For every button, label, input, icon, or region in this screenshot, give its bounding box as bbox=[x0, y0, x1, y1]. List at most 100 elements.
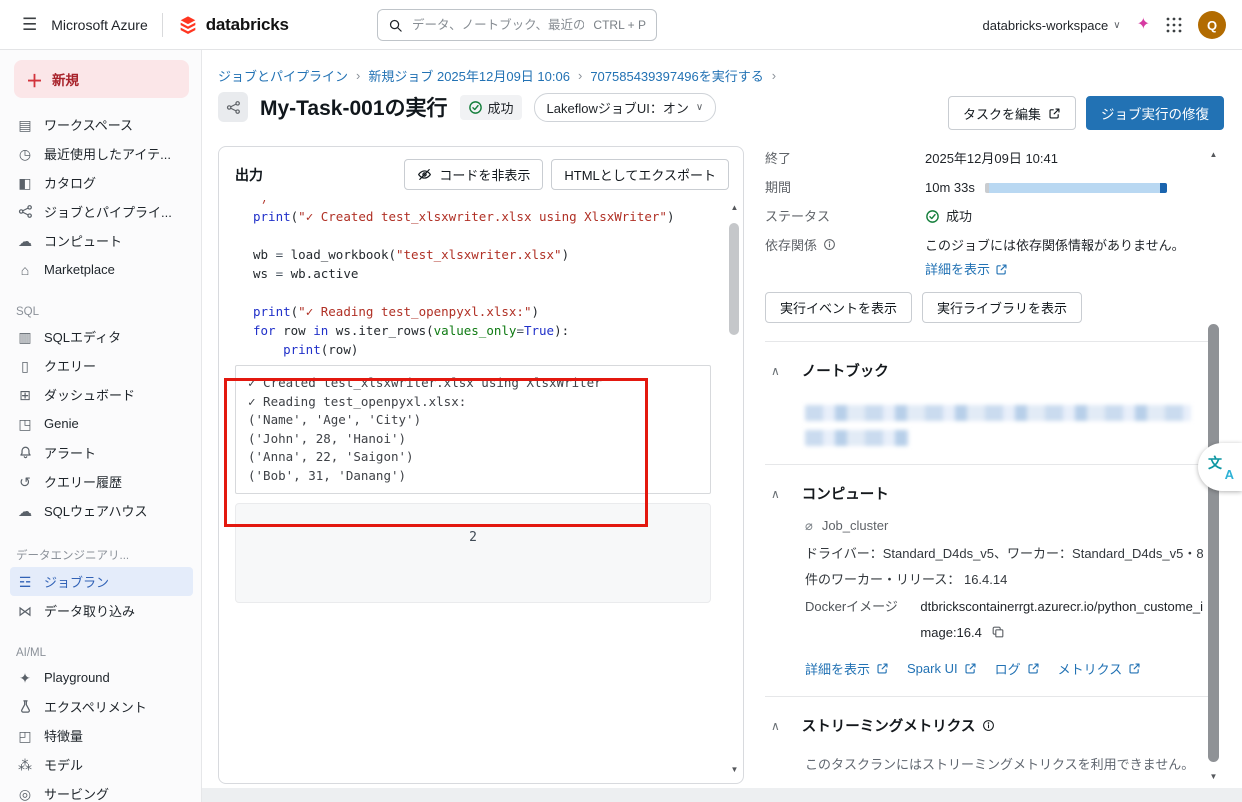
repair-run-button[interactable]: ジョブ実行の修復 bbox=[1086, 96, 1224, 130]
duration-bar bbox=[985, 183, 1167, 193]
external-link-icon bbox=[1048, 107, 1061, 120]
hide-code-button[interactable]: コードを非表示 bbox=[404, 159, 543, 190]
scroll-up-icon[interactable]: ▲ bbox=[1210, 150, 1218, 162]
breadcrumb-link[interactable]: 707585439397496を実行する bbox=[590, 66, 763, 85]
sidebar-item-workspace[interactable]: ▤ ワークスペース bbox=[10, 110, 193, 139]
playground-icon: ✦ bbox=[16, 671, 34, 685]
code-line: print("✓ Reading test_openpyxl.xlsx:") bbox=[253, 302, 709, 321]
sidebar-item-experiments[interactable]: エクスペリメント bbox=[10, 692, 193, 721]
detail-row-dependencies: 依存関係 このジョブには依存関係情報がありません。 詳細を表示 bbox=[765, 235, 1209, 280]
sidebar-item-job-runs[interactable]: ☲ ジョブラン bbox=[10, 567, 193, 596]
scrollbar-thumb[interactable] bbox=[729, 223, 739, 335]
show-run-libraries-button[interactable]: 実行ライブラリを表示 bbox=[922, 292, 1082, 323]
sidebar-item-sql-editor[interactable]: ▥ SQLエディタ bbox=[10, 322, 193, 351]
scroll-down-icon[interactable]: ▼ bbox=[731, 765, 739, 777]
output-line: ('Anna', 22, 'Saigon') bbox=[248, 448, 698, 467]
cell-2[interactable]: 2 bbox=[235, 503, 711, 603]
sidebar-item-genie[interactable]: ◳ Genie bbox=[10, 409, 193, 438]
show-run-events-button[interactable]: 実行イベントを表示 bbox=[765, 292, 912, 323]
sidebar-item-serving[interactable]: ◎ サービング bbox=[10, 779, 193, 802]
sidebar-item-label: エクスペリメント bbox=[44, 697, 147, 716]
divider bbox=[765, 464, 1209, 465]
top-bar: ☰ Microsoft Azure databricks CTRL + P da… bbox=[0, 0, 1242, 50]
sidebar-item-label: クエリー bbox=[44, 356, 96, 375]
avatar[interactable]: Q bbox=[1198, 11, 1226, 39]
global-search[interactable]: CTRL + P bbox=[377, 9, 657, 41]
compute-icon: ☁ bbox=[16, 234, 34, 248]
compute-link[interactable]: ログ bbox=[995, 659, 1040, 678]
scrollbar-track[interactable] bbox=[728, 215, 741, 765]
dependencies-label: 依存関係 bbox=[765, 235, 817, 256]
sidebar-item-queries[interactable]: ▯ クエリー bbox=[10, 351, 193, 380]
export-html-button[interactable]: HTMLとしてエクスポート bbox=[551, 159, 729, 190]
info-icon[interactable] bbox=[823, 238, 836, 251]
external-link-icon bbox=[995, 263, 1008, 276]
sidebar-item-warehouse[interactable]: ☁ SQLウェアハウス bbox=[10, 496, 193, 525]
scrollbar-thumb[interactable] bbox=[1208, 324, 1219, 762]
scroll-up-icon[interactable]: ▲ bbox=[731, 203, 739, 215]
sidebar-item-label: ダッシュボード bbox=[44, 385, 135, 404]
code-line: wb = load_workbook("test_xlsxwriter.xlsx… bbox=[253, 245, 709, 264]
code-line bbox=[253, 283, 709, 302]
sidebar-item-features[interactable]: ◰ 特徴量 bbox=[10, 721, 193, 750]
page-root: ☰ Microsoft Azure databricks CTRL + P da… bbox=[0, 0, 1242, 802]
header-actions: タスクを編集 ジョブ実行の修復 bbox=[948, 96, 1224, 130]
copy-icon[interactable] bbox=[991, 625, 1005, 639]
compute-link[interactable]: メトリクス bbox=[1058, 659, 1142, 678]
sidebar-item-label: クエリー履歴 bbox=[44, 472, 122, 491]
compute-link[interactable]: 詳細を表示 bbox=[805, 659, 889, 678]
lakeflow-toggle[interactable]: LakeflowジョブUI：オン ∨ bbox=[534, 93, 717, 122]
translate-button[interactable]: 文A bbox=[1198, 443, 1242, 491]
collapse-chevron-icon[interactable]: ∧ bbox=[771, 487, 780, 501]
sidebar-item-alerts[interactable]: アラート bbox=[10, 438, 193, 467]
chevron-down-icon: ∨ bbox=[696, 102, 703, 113]
duration-label: 期間 bbox=[765, 177, 925, 198]
sidebar-item-dashboards[interactable]: ⊞ ダッシュボード bbox=[10, 380, 193, 409]
sidebar-item-marketplace[interactable]: ⌂ Marketplace bbox=[10, 255, 193, 284]
sidebar-item-label: Playground bbox=[44, 670, 110, 685]
breadcrumb-link[interactable]: 新規ジョブ 2025年12月09日 10:06 bbox=[368, 66, 570, 85]
databricks-wordmark: databricks bbox=[206, 15, 289, 35]
external-link-icon bbox=[1128, 662, 1141, 675]
code-line: for row in ws.iter_rows(values_only=True… bbox=[253, 321, 709, 340]
sidebar-item-workflows[interactable]: ジョブとパイプライ... bbox=[10, 197, 193, 226]
eye-slash-icon bbox=[417, 167, 432, 182]
status-badge: 成功 bbox=[460, 95, 522, 120]
output-scrollbar[interactable]: ▲ ▼ bbox=[728, 203, 741, 777]
sidebar-item-label: モデル bbox=[44, 755, 83, 774]
output-line: ('John', 28, 'Hanoi') bbox=[248, 430, 698, 449]
menu-icon[interactable]: ☰ bbox=[22, 16, 37, 33]
workspace-picker[interactable]: databricks-workspace ∨ bbox=[983, 18, 1121, 33]
experiments-icon bbox=[16, 699, 34, 714]
sidebar-item-models[interactable]: ⁂ モデル bbox=[10, 750, 193, 779]
sidebar-item-label: 特徴量 bbox=[44, 726, 83, 745]
sidebar-item-playground[interactable]: ✦ Playground bbox=[10, 663, 193, 692]
code-line: ") bbox=[253, 200, 709, 207]
databricks-logo-icon bbox=[177, 14, 199, 36]
detail-row-duration: 期間 10m 33s bbox=[765, 177, 1209, 198]
new-button[interactable]: ＋ 新規 bbox=[14, 60, 189, 98]
scroll-down-icon[interactable]: ▼ bbox=[1210, 772, 1218, 784]
sidebar-item-catalog[interactable]: ◧ カタログ bbox=[10, 168, 193, 197]
collapse-chevron-icon[interactable]: ∧ bbox=[771, 719, 780, 733]
sidebar-item-label: データ取り込み bbox=[44, 601, 135, 620]
sidebar-item-history[interactable]: ↺ クエリー履歴 bbox=[10, 467, 193, 496]
details-link[interactable]: 詳細を表示 bbox=[925, 259, 1008, 280]
edit-task-button[interactable]: タスクを編集 bbox=[948, 96, 1076, 130]
compute-section-title: コンピュート bbox=[802, 483, 889, 504]
sidebar-item-compute[interactable]: ☁ コンピュート bbox=[10, 226, 193, 255]
compute-link[interactable]: Spark UI bbox=[907, 659, 977, 678]
repair-run-label: ジョブ実行の修復 bbox=[1101, 103, 1209, 123]
breadcrumb-link[interactable]: ジョブとパイプライン bbox=[218, 66, 348, 85]
info-icon[interactable] bbox=[982, 719, 995, 732]
status-label: ステータス bbox=[765, 206, 925, 227]
code-editor[interactable]: ")print("✓ Created test_xlsxwriter.xlsx … bbox=[235, 200, 709, 359]
sidebar-item-recents[interactable]: ◷ 最近使用したアイテ... bbox=[10, 139, 193, 168]
sidebar-item-ingestion[interactable]: ⋈ データ取り込み bbox=[10, 596, 193, 625]
apps-grid-icon[interactable] bbox=[1166, 17, 1182, 33]
assistant-sparkle-icon[interactable]: ✦ bbox=[1137, 17, 1150, 33]
search-input[interactable] bbox=[410, 17, 586, 33]
databricks-logo[interactable]: databricks bbox=[177, 14, 289, 36]
dashboards-icon: ⊞ bbox=[16, 388, 34, 402]
collapse-chevron-icon[interactable]: ∧ bbox=[771, 364, 780, 378]
